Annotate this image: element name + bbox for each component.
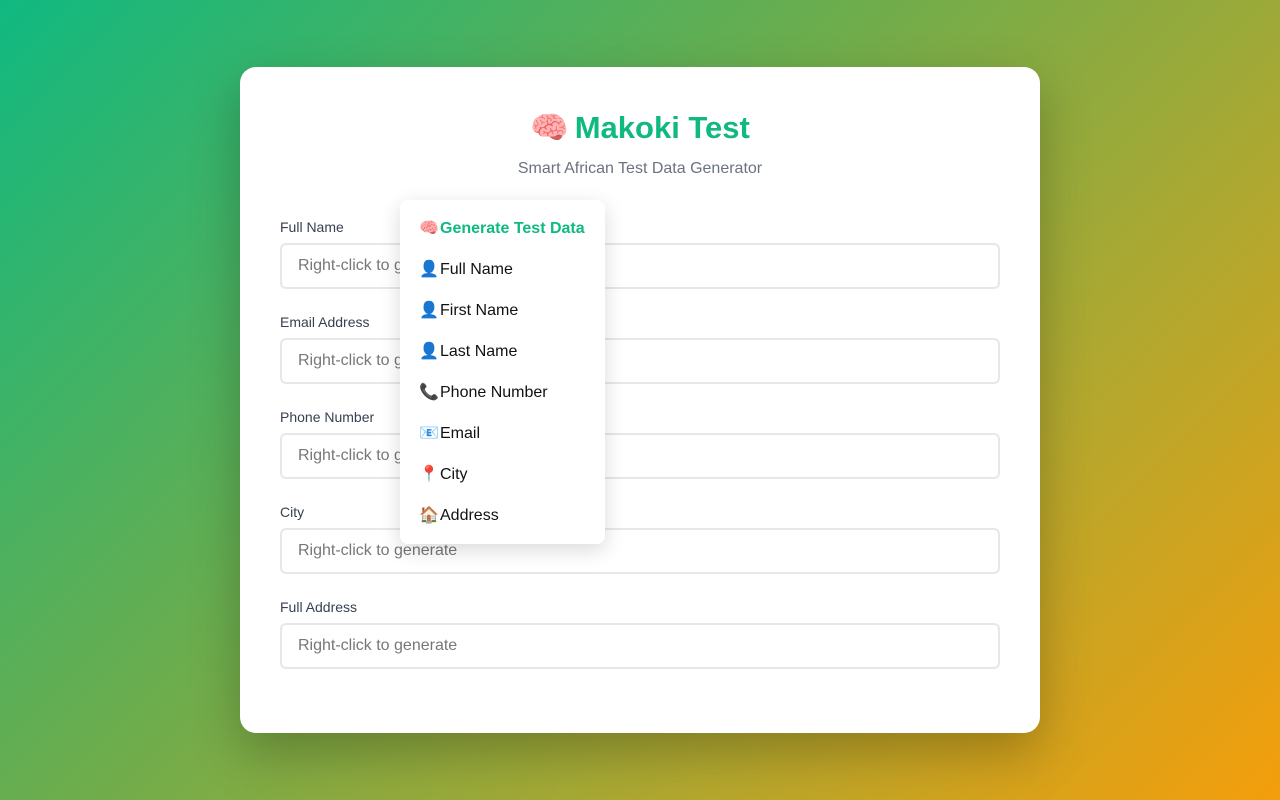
menu-item-label: Phone Number [440,384,548,401]
menu-item-label: Full Name [440,261,513,278]
email-icon: 📧 [419,425,439,442]
brain-icon: 🧠 [419,220,439,237]
email-label: Email Address [280,314,370,330]
address-label: Full Address [280,599,358,615]
menu-item-address[interactable]: 🏠Address [400,495,605,536]
menu-item-label: Last Name [440,343,518,360]
menu-item-label: Address [440,507,499,524]
full-name-label: Full Name [280,219,344,235]
phone-label: Phone Number [280,409,375,425]
form-card: 🧠 Makoki Test Smart African Test Data Gen… [240,67,1040,733]
phone-icon: 📞 [419,384,439,401]
app-title: Makoki Test [574,110,750,145]
brain-icon: 🧠 [530,110,569,145]
menu-item-label: City [440,466,468,483]
menu-item-last-name[interactable]: 👤Last Name [400,331,605,372]
house-icon: 🏠 [419,507,439,524]
email-input[interactable] [280,338,1000,384]
menu-item-phone-number[interactable]: 📞Phone Number [400,372,605,413]
context-menu: 🧠Generate Test Data 👤Full Name 👤First Na… [400,200,605,544]
menu-item-label: First Name [440,302,519,319]
page-title: 🧠 Makoki Test [240,109,1040,147]
address-field-group: Full Address [280,598,1000,669]
phone-field-group: Phone Number [280,408,1000,479]
full-name-input[interactable] [280,243,1000,289]
page-subtitle: Smart African Test Data Generator [517,160,763,177]
pin-icon: 📍 [419,466,439,483]
person-icon: 👤 [419,261,439,278]
city-label: City [280,504,305,520]
menu-item-city[interactable]: 📍City [400,454,605,495]
person-icon: 👤 [419,343,439,360]
menu-item-label: Email [440,425,481,442]
phone-input[interactable] [280,433,1000,479]
city-field-group: City [280,503,1000,574]
context-menu-header: 🧠Generate Test Data [400,208,605,249]
person-icon: 👤 [419,302,439,319]
full-name-field-group: Full Name [280,218,1000,289]
address-input[interactable] [280,623,1000,669]
city-input[interactable] [280,528,1000,574]
menu-item-email[interactable]: 📧Email [400,413,605,454]
menu-item-full-name[interactable]: 👤Full Name [400,249,605,290]
email-field-group: Email Address [280,313,1000,384]
context-menu-header-label: Generate Test Data [440,220,585,237]
menu-item-first-name[interactable]: 👤First Name [400,290,605,331]
